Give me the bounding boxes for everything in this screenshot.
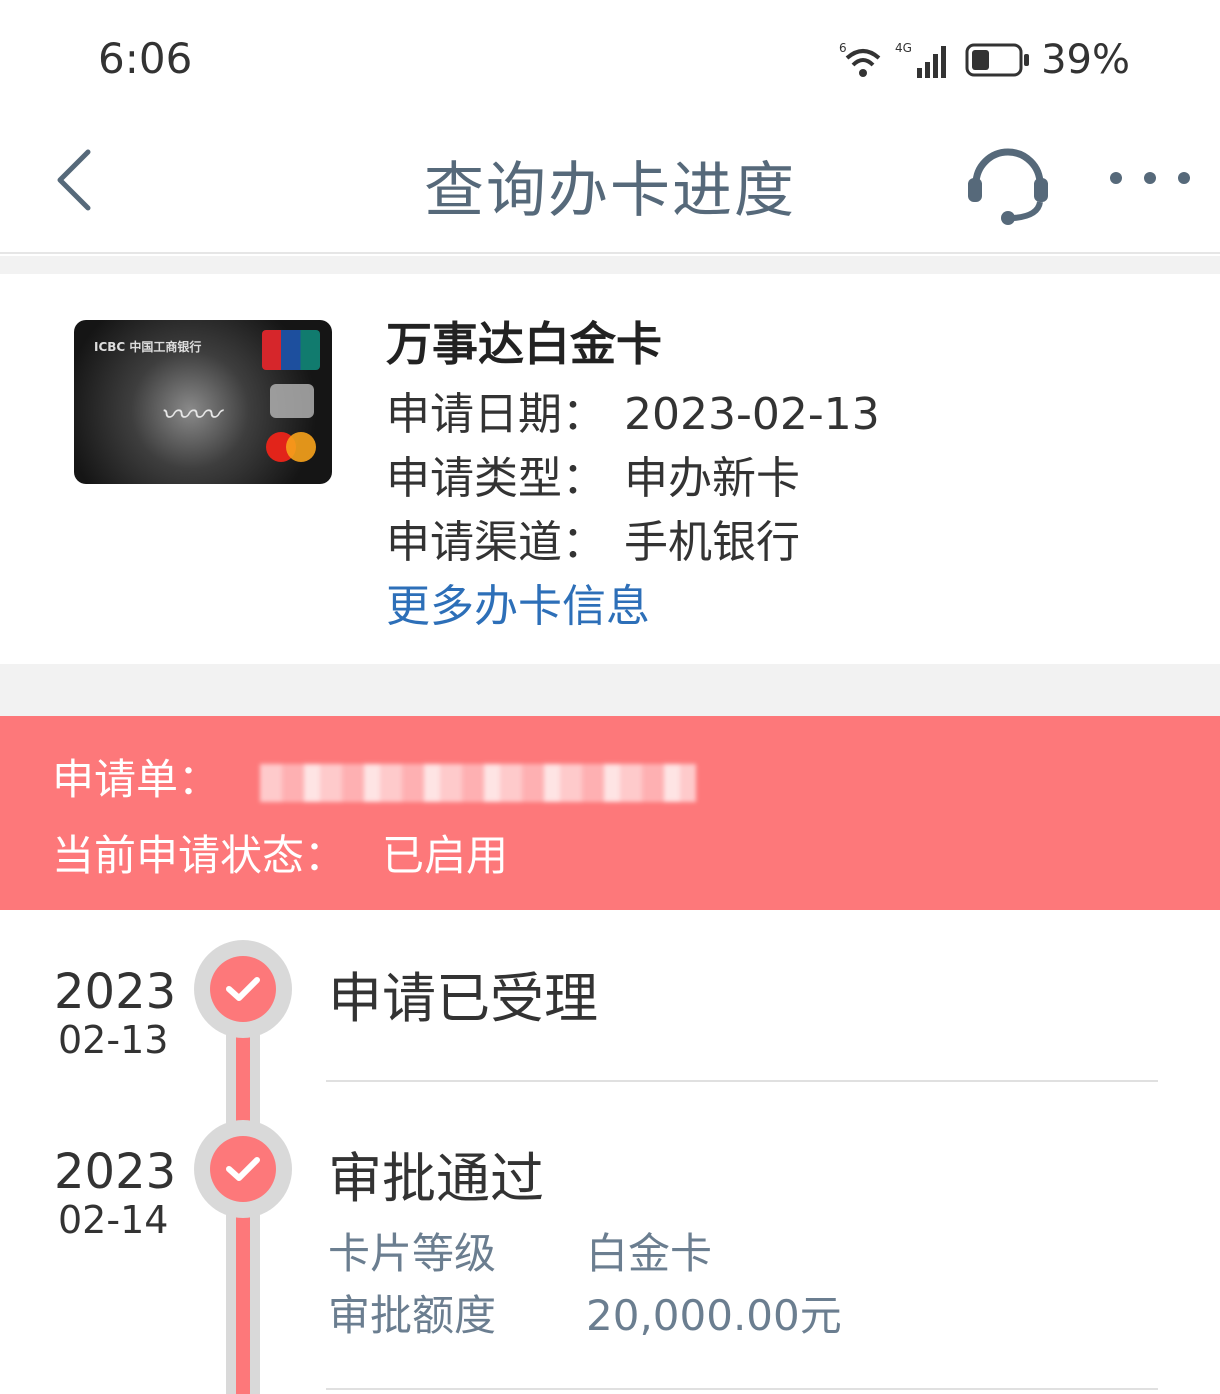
more-dots-icon [1110, 172, 1122, 184]
apply-type-label: 申请类型： [386, 453, 606, 504]
timeline-node [194, 940, 292, 1038]
status-time: 6:06 [98, 34, 193, 83]
application-status-label: 当前申请状态： [52, 831, 347, 880]
apply-type-row: 申请类型： 申办新卡 [386, 442, 800, 506]
network-label: 4G [895, 41, 912, 55]
card-level-value: 白金卡 [586, 1229, 713, 1278]
unionpay-logo-icon [262, 330, 320, 370]
headset-icon [968, 148, 1048, 225]
approved-limit-value: 20,000.00元 [586, 1291, 842, 1340]
card-level-label: 卡片等级 [328, 1229, 497, 1278]
check-icon [226, 977, 260, 1001]
battery-icon [965, 43, 1030, 77]
application-status-value: 已启用 [382, 831, 509, 880]
apply-channel-row: 申请渠道： 手机银行 [386, 506, 800, 570]
divider [326, 1080, 1158, 1082]
card-brand-text: ICBC 中国工商银行 [94, 340, 202, 354]
card-info-section: ICBC 中国工商银行 〰〰 万事达白金卡 申请日期： 2023-02-13 申请… [0, 274, 1220, 664]
apply-channel-label: 申请渠道： [386, 517, 606, 568]
step-year: 2023 [54, 1144, 177, 1200]
application-status-banner: 申请单： 当前申请状态： 已启用 [0, 716, 1220, 910]
apply-type-value: 申办新卡 [624, 453, 800, 504]
application-number-row: 申请单： [52, 746, 697, 807]
battery-percent: 39% [1041, 37, 1130, 83]
approved-limit-label: 审批额度 [328, 1291, 497, 1340]
step-title: 审批通过 [328, 1147, 544, 1210]
more-options-button[interactable] [1110, 158, 1190, 198]
divider [326, 1388, 1158, 1390]
timeline-node [194, 1120, 292, 1218]
card-name: 万事达白金卡 [386, 317, 662, 371]
card-signature-graphic: 〰〰 [160, 398, 220, 433]
signal-icon: 4G [895, 41, 947, 78]
wifi-icon: 6 [839, 41, 881, 77]
progress-timeline: 2023 02-13 申请已受理 2023 02-14 审批通过 卡片等级 白金… [0, 910, 1220, 1394]
customer-service-button[interactable] [962, 136, 1054, 228]
section-gap [0, 256, 1220, 274]
apply-date-label: 申请日期： [386, 389, 606, 440]
status-icons: 6 4G 39% [839, 36, 1130, 84]
apply-date-row: 申请日期： 2023-02-13 [386, 378, 880, 442]
apply-date-value: 2023-02-13 [624, 389, 880, 440]
mastercard-logo-icon [266, 432, 316, 462]
title-bar: 查询办卡进度 [0, 118, 1220, 254]
step-date: 02-13 [58, 1018, 169, 1062]
card-hologram-icon [270, 384, 314, 418]
application-number-label: 申请单： [52, 755, 221, 804]
step-title: 申请已受理 [328, 967, 598, 1030]
application-number-masked [260, 763, 697, 802]
section-gap [0, 664, 1220, 716]
status-bar: 6:06 6 4G 39% [0, 0, 1220, 118]
application-status-row: 当前申请状态： 已启用 [52, 822, 508, 883]
credit-card-image: ICBC 中国工商银行 〰〰 [74, 320, 332, 484]
more-card-info-link[interactable]: 更多办卡信息 [386, 570, 650, 634]
step-year: 2023 [54, 964, 177, 1020]
check-icon [226, 1157, 260, 1181]
wifi-label: 6 [839, 41, 847, 55]
apply-channel-value: 手机银行 [624, 517, 800, 568]
step-date: 02-14 [58, 1198, 169, 1242]
